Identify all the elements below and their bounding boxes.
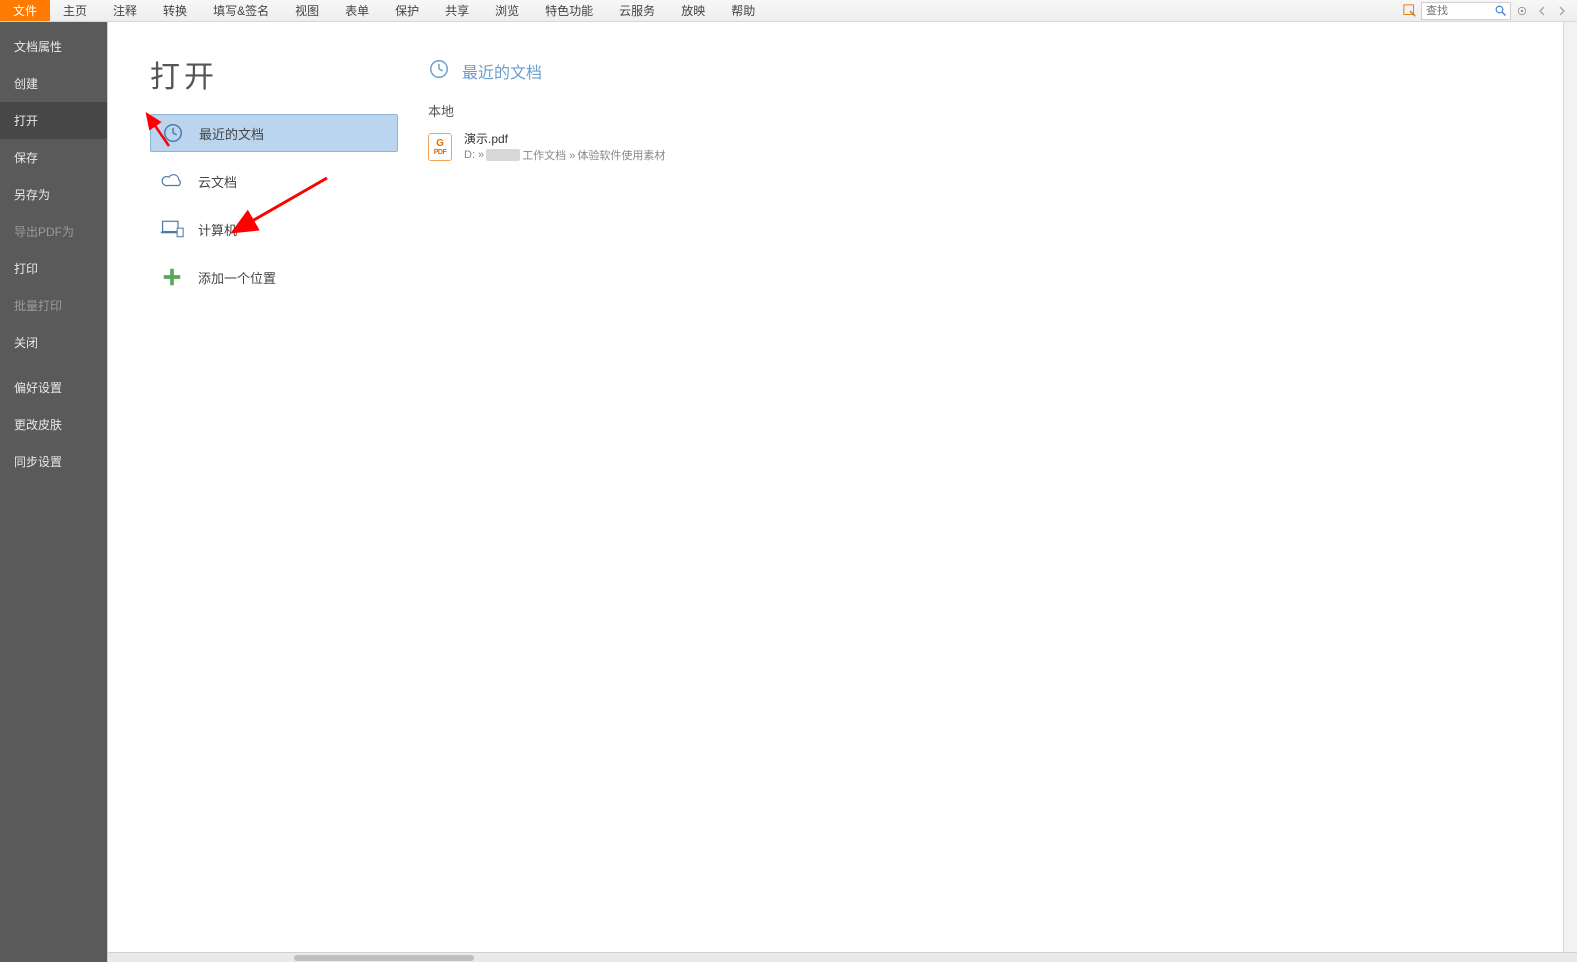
menu-features[interactable]: 特色功能 [532,0,606,21]
file-sidebar: 文档属性 创建 打开 保存 另存为 导出PDF为 打印 批量打印 关闭 偏好设置… [0,22,107,962]
location-recent[interactable]: 最近的文档 [150,114,398,152]
recent-section-local: 本地 [428,101,1576,120]
menu-annotate[interactable]: 注释 [100,0,150,21]
sidebar-item-batchprint: 批量打印 [0,287,107,324]
pdf-file-icon: G PDF [428,133,452,161]
location-computer[interactable]: 计算机 [150,210,398,248]
sidebar-item-properties[interactable]: 文档属性 [0,28,107,65]
menu-view[interactable]: 视图 [282,0,332,21]
sidebar-item-sync[interactable]: 同步设置 [0,443,107,480]
recent-file-row[interactable]: G PDF 演示.pdf D: » xxxx 工作文档 » 体验软件使用素材 [428,126,1576,167]
menu-convert[interactable]: 转换 [150,0,200,21]
clock-icon [161,121,185,145]
recent-file-name: 演示.pdf [464,130,665,147]
add-icon [160,265,184,289]
open-locations-column: 打开 最近的文档 云文档 [108,22,398,962]
location-recent-label: 最近的文档 [199,124,264,143]
clock-icon [428,58,450,83]
sidebar-item-save[interactable]: 保存 [0,139,107,176]
search-input[interactable] [1422,5,1492,17]
menu-present[interactable]: 放映 [668,0,718,21]
sidebar-item-print[interactable]: 打印 [0,250,107,287]
search-go-icon[interactable] [1492,2,1510,20]
location-add-label: 添加一个位置 [198,268,276,287]
location-computer-label: 计算机 [198,220,237,239]
sidebar-item-create[interactable]: 创建 [0,65,107,102]
location-cloud-label: 云文档 [198,172,237,191]
menu-fill-sign[interactable]: 填写&签名 [200,0,282,21]
sidebar-item-skin[interactable]: 更改皮肤 [0,406,107,443]
vertical-scrollbar[interactable] [1563,22,1577,952]
nav-prev-icon[interactable] [1533,2,1551,20]
menu-browse[interactable]: 浏览 [482,0,532,21]
cloud-icon [160,169,184,193]
sidebar-item-export: 导出PDF为 [0,213,107,250]
menu-form[interactable]: 表单 [332,0,382,21]
page-title: 打开 [150,52,398,96]
menu-home[interactable]: 主页 [50,0,100,21]
settings-gear-icon[interactable] [1513,2,1531,20]
recent-docs-column: 最近的文档 本地 G PDF 演示.pdf D: » xxxx 工作文档 » 体… [398,22,1577,962]
menu-file[interactable]: 文件 [0,0,50,21]
recent-file-path: D: » xxxx 工作文档 » 体验软件使用素材 [464,147,665,163]
topbar-right-tools [1401,0,1577,21]
recent-header-title: 最近的文档 [462,59,542,83]
sidebar-item-close[interactable]: 关闭 [0,324,107,361]
horizontal-scrollbar[interactable] [108,952,1577,962]
location-cloud[interactable]: 云文档 [150,162,398,200]
sidebar-item-open[interactable]: 打开 [0,102,107,139]
menu-share[interactable]: 共享 [432,0,482,21]
sidebar-item-saveas[interactable]: 另存为 [0,176,107,213]
menu-protect[interactable]: 保护 [382,0,432,21]
menu-cloud[interactable]: 云服务 [606,0,668,21]
menu-help[interactable]: 帮助 [718,0,768,21]
sidebar-item-preferences[interactable]: 偏好设置 [0,369,107,406]
open-panel: 打开 最近的文档 云文档 [107,22,1577,962]
nav-next-icon[interactable] [1553,2,1571,20]
find-tool-icon[interactable] [1401,2,1419,20]
top-menu-bar: 文件 主页 注释 转换 填写&签名 视图 表单 保护 共享 浏览 特色功能 云服… [0,0,1577,22]
search-box[interactable] [1421,2,1511,20]
computer-icon [160,217,184,241]
location-add[interactable]: 添加一个位置 [150,258,398,296]
